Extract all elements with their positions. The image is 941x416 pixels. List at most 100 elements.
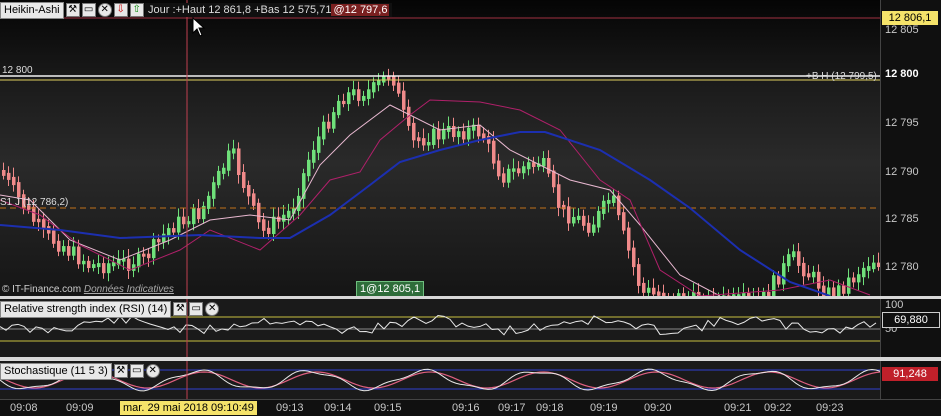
wrench-icon[interactable]: ⚒ <box>65 3 80 17</box>
bear-candle <box>17 182 21 198</box>
close-icon[interactable]: ✕ <box>205 302 220 316</box>
bear-candle <box>327 121 331 129</box>
bull-candle <box>72 246 76 256</box>
bear-candle <box>267 227 271 235</box>
price-axis[interactable]: 12 805 12 800 12 795 12 790 12 785 12 78… <box>880 0 941 296</box>
stochastic-pane[interactable]: Stochastique (11 5 3) ⚒ ▭ ✕ 91,248 <box>0 361 941 399</box>
wrench-icon[interactable]: ⚒ <box>173 302 188 316</box>
mouse-cursor-icon <box>192 17 206 37</box>
bull-candle <box>317 136 321 153</box>
credit-sub-text: Données Indicatives <box>83 284 174 295</box>
bull-candle <box>222 167 226 174</box>
bear-candle <box>257 202 261 223</box>
time-label: 09:18 <box>536 402 564 414</box>
bear-candle <box>247 185 251 197</box>
price-plot-area[interactable]: Heikin-Ashi ⚒ ▭ ✕ ⇩ ⇧ Jour :+Haut 12 861… <box>0 0 880 297</box>
bear-candle <box>637 264 641 286</box>
wrench-icon[interactable]: ⚒ <box>113 364 128 378</box>
bull-candle <box>232 148 236 154</box>
bear-candle <box>582 215 586 226</box>
rsi-axis[interactable]: 100 50 <box>880 299 941 357</box>
window-icon[interactable]: ▭ <box>81 3 96 17</box>
bull-candle <box>287 210 291 218</box>
bull-candle <box>857 274 861 283</box>
bull-candle <box>372 82 376 93</box>
bear-candle <box>147 253 151 259</box>
bull-candle <box>432 128 436 145</box>
bull-candle <box>82 260 86 265</box>
time-axis[interactable]: 09:08 09:09 09:13 09:14 09:15 09:16 09:1… <box>0 399 941 416</box>
rsi-pane[interactable]: Relative strength index (RSI) (14) ⚒ ▭ ✕… <box>0 299 941 357</box>
bull-candle <box>607 199 611 204</box>
bear-candle <box>622 212 626 231</box>
bull-candle <box>512 168 516 172</box>
bear-candle <box>412 122 416 141</box>
bull-candle <box>602 200 606 214</box>
ohlc-info: Jour :+Haut 12 861,8 +Bas 12 575,71 @12 7… <box>145 3 393 17</box>
bull-candle <box>782 263 786 285</box>
chart-title[interactable]: Heikin-Ashi <box>0 1 64 19</box>
bull-candle <box>97 263 101 268</box>
bull-candle <box>792 251 796 258</box>
time-label: 09:22 <box>764 402 792 414</box>
price-tick: 12 780 <box>885 261 919 273</box>
level-label-left: 12 800 <box>2 65 33 76</box>
time-label: 09:09 <box>66 402 94 414</box>
bull-candle <box>312 149 316 163</box>
bull-candle <box>862 267 866 278</box>
bull-candle <box>527 162 531 170</box>
stochastic-title[interactable]: Stochastique (11 5 3) <box>0 362 112 380</box>
bull-candle <box>837 285 841 296</box>
bear-candle <box>632 247 636 268</box>
bull-candle <box>212 182 216 199</box>
window-icon[interactable]: ▭ <box>129 364 144 378</box>
bear-candle <box>2 170 6 176</box>
bull-candle <box>507 168 511 183</box>
bear-candle <box>77 246 81 265</box>
bear-candle <box>52 230 56 244</box>
bull-candle <box>812 271 816 278</box>
bull-candle <box>572 216 576 224</box>
bull-candle <box>282 214 286 222</box>
time-label: 09:19 <box>590 402 618 414</box>
level-label-right: +B H (12 799,5) <box>806 71 877 82</box>
bear-candle <box>342 100 346 105</box>
red-arrow-down-icon[interactable]: ⇩ <box>113 3 128 17</box>
bull-candle <box>467 127 471 140</box>
current-price-badge: 12 806,1 <box>882 11 938 25</box>
bear-candle <box>37 218 41 223</box>
close-icon[interactable]: ✕ <box>97 3 112 17</box>
bull-candle <box>457 131 461 138</box>
bear-candle <box>832 287 836 296</box>
stochastic-header: Stochastique (11 5 3) ⚒ ▭ ✕ <box>0 362 160 380</box>
bull-candle <box>577 215 581 220</box>
bear-candle <box>417 137 421 142</box>
bear-candle <box>627 227 631 251</box>
order-marker[interactable]: 1@12 805,1 <box>356 281 425 297</box>
price-chart-pane[interactable]: Heikin-Ashi ⚒ ▭ ✕ ⇩ ⇧ Jour :+Haut 12 861… <box>0 0 941 297</box>
bull-candle <box>847 277 851 294</box>
bear-candle <box>242 172 246 189</box>
bull-candle <box>207 195 211 209</box>
bear-candle <box>652 287 656 295</box>
time-label: 09:15 <box>374 402 402 414</box>
bear-candle <box>102 263 106 274</box>
bull-candle <box>272 216 276 235</box>
bear-candle <box>492 140 496 164</box>
candlestick-chart <box>0 0 880 296</box>
bull-candle <box>787 254 791 267</box>
bear-candle <box>392 76 396 86</box>
green-arrow-up-icon[interactable]: ⇧ <box>129 3 144 17</box>
rsi-title[interactable]: Relative strength index (RSI) (14) <box>0 300 172 318</box>
window-icon[interactable]: ▭ <box>189 302 204 316</box>
bear-candle <box>552 170 556 188</box>
bear-candle <box>402 90 406 110</box>
bull-candle <box>867 266 871 271</box>
bear-candle <box>477 124 481 137</box>
bull-candle <box>352 89 356 96</box>
bull-candle <box>187 221 191 225</box>
time-label: 09:23 <box>816 402 844 414</box>
stochastic-plot-area: Stochastique (11 5 3) ⚒ ▭ ✕ <box>0 361 880 399</box>
close-icon[interactable]: ✕ <box>145 364 160 378</box>
bear-candle <box>237 148 241 176</box>
